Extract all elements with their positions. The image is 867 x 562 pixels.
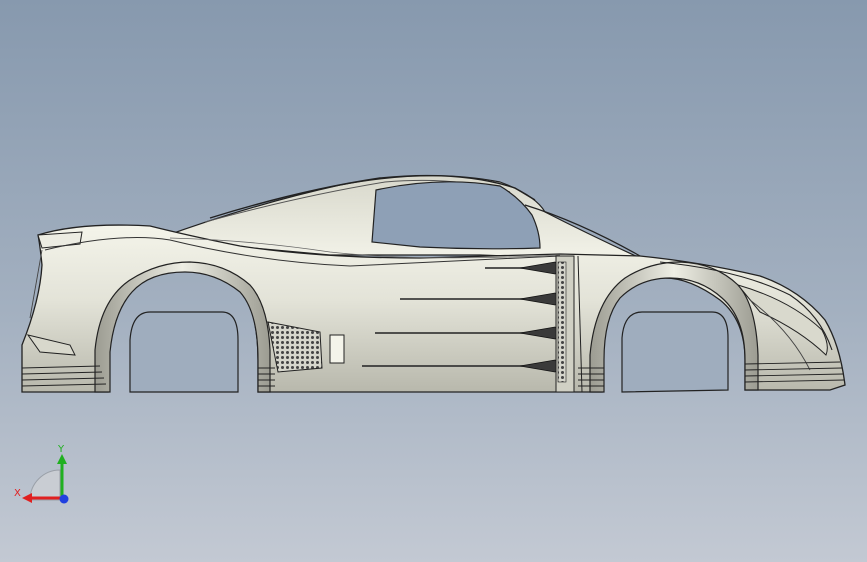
- x-axis-label: X: [14, 488, 21, 499]
- 3d-viewport[interactable]: Y X: [0, 0, 867, 562]
- car-body-model[interactable]: [0, 0, 867, 562]
- side-intake-grille: [557, 261, 567, 383]
- side-vent-plate: [329, 334, 345, 364]
- y-axis-arrow-icon: [57, 454, 67, 464]
- x-axis-arrow-icon: [22, 493, 32, 503]
- axis-triad: Y X: [14, 444, 69, 504]
- front-wheel-well: [621, 311, 729, 393]
- y-axis-label: Y: [57, 444, 65, 455]
- triad-base-plane: [29, 469, 61, 501]
- rear-wheel-well: [129, 311, 239, 393]
- z-axis-dot: [59, 494, 69, 504]
